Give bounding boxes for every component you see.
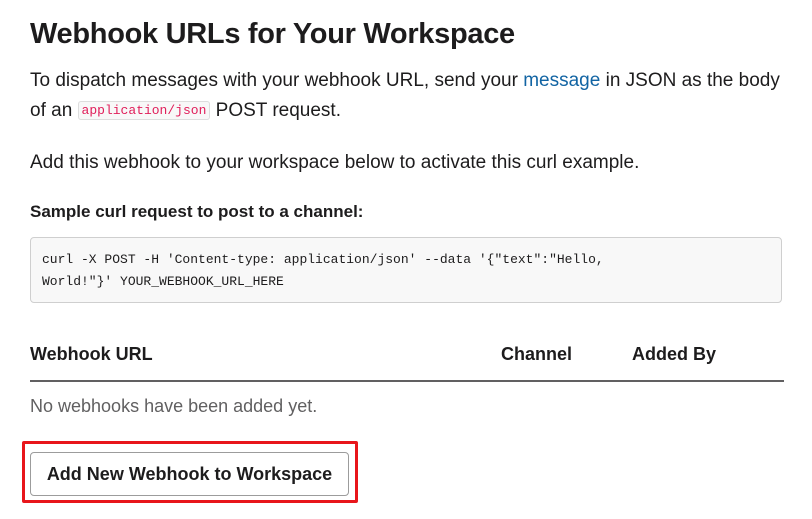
curl-code-block: curl -X POST -H 'Content-type: applicati… [30, 237, 782, 303]
column-header-channel: Channel [501, 344, 573, 364]
add-webhook-note: Add this webhook to your workspace below… [30, 152, 640, 173]
intro-paragraph: To dispatch messages with your webhook U… [30, 66, 780, 128]
webhooks-table-header: Webhook URL Channel Added By [30, 340, 784, 382]
sample-curl-heading: Sample curl request to post to a channel… [30, 202, 364, 221]
intro-text-before-link: To dispatch messages with your webhook U… [30, 70, 524, 91]
page-title: Webhook URLs for Your Workspace [30, 18, 515, 50]
message-link[interactable]: message [523, 70, 600, 91]
column-header-added-by: Added By [632, 344, 717, 364]
add-new-webhook-button[interactable]: Add New Webhook to Workspace [30, 452, 349, 496]
empty-webhooks-message: No webhooks have been added yet. [30, 396, 318, 416]
inline-code-content-type: application/json [77, 101, 211, 120]
intro-text-end: POST request. [210, 100, 341, 121]
column-header-webhook-url: Webhook URL [30, 344, 153, 364]
